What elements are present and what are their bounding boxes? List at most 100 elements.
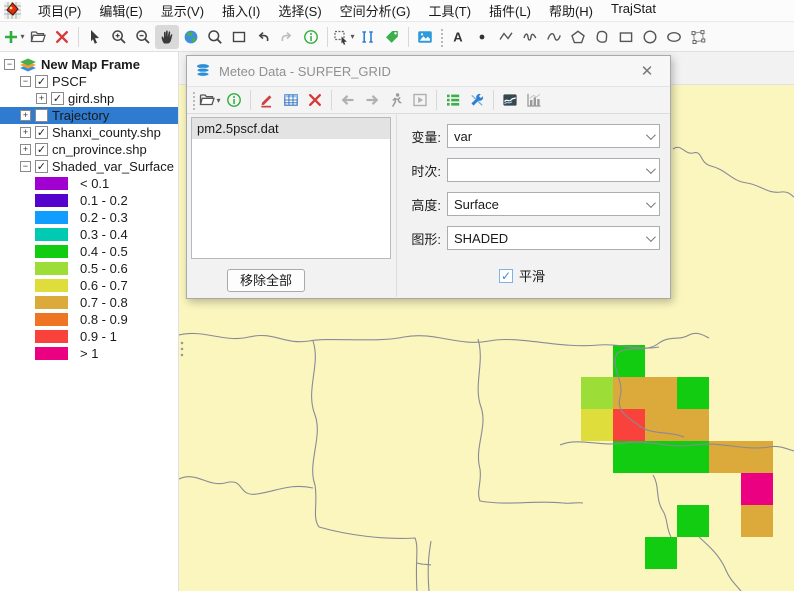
toolbar-edit-vertices-icon[interactable]	[686, 25, 710, 49]
panel-splitter-handle[interactable]	[180, 340, 184, 358]
layer-row-gird-shp[interactable]: +✓gird.shp	[0, 90, 178, 107]
layer-visibility-checkbox[interactable]: ✓	[51, 92, 64, 105]
toolbar-grip[interactable]	[191, 90, 196, 110]
expand-box-icon[interactable]: +	[20, 144, 31, 155]
dialog-titlebar[interactable]: Meteo Data - SURFER_GRID ✕	[187, 56, 670, 86]
menu-item-9[interactable]: TrajStat	[602, 0, 665, 22]
toolbar-measure-icon[interactable]	[356, 25, 380, 49]
toolbar-freehand-icon[interactable]	[518, 25, 542, 49]
menu-item-7[interactable]: 插件(L)	[480, 0, 540, 22]
combo-3[interactable]: SHADED	[447, 226, 660, 250]
toolbar-image-icon[interactable]	[413, 25, 437, 49]
toolbar-add-layer-icon[interactable]: ▾	[2, 25, 26, 49]
dialog-play-frame-icon	[408, 88, 432, 112]
toolbar-rectangle-icon[interactable]	[614, 25, 638, 49]
menu-item-5[interactable]: 空间分析(G)	[331, 0, 420, 22]
legend-item[interactable]: 0.3 - 0.4	[0, 226, 178, 243]
dialog-open-folder-icon[interactable]: ▾	[198, 88, 222, 112]
expand-box-icon[interactable]: +	[36, 93, 47, 104]
dialog-contour-image-icon[interactable]	[498, 88, 522, 112]
layer-visibility-checkbox[interactable]: ✓	[35, 143, 48, 156]
chevron-down-icon[interactable]	[639, 193, 659, 215]
toolbar-undo-icon[interactable]	[251, 25, 275, 49]
toolbar-circle-icon[interactable]	[638, 25, 662, 49]
toolbar-ellipse-icon[interactable]	[662, 25, 686, 49]
legend-item[interactable]: 0.5 - 0.6	[0, 260, 178, 277]
layer-row-shaded-var-surface[interactable]: −✓Shaded_var_Surface	[0, 158, 178, 175]
close-icon[interactable]: ✕	[632, 60, 662, 82]
dialog-settings-wrench-icon[interactable]	[465, 88, 489, 112]
toolbar-info-icon[interactable]	[299, 25, 323, 49]
combo-2[interactable]: Surface	[447, 192, 660, 216]
collapse-box-icon[interactable]: −	[20, 161, 31, 172]
combo-1[interactable]	[447, 158, 660, 182]
menu-item-0[interactable]: 项目(P)	[29, 0, 90, 22]
menu-item-8[interactable]: 帮助(H)	[540, 0, 602, 22]
toolbar-freehand-polygon-icon[interactable]	[590, 25, 614, 49]
toolbar-text-a-icon[interactable]: A	[446, 25, 470, 49]
toolbar-open-folder-icon[interactable]	[26, 25, 50, 49]
legend-item[interactable]: 0.9 - 1	[0, 328, 178, 345]
menu-item-4[interactable]: 选择(S)	[269, 0, 330, 22]
menu-item-6[interactable]: 工具(T)	[419, 0, 480, 22]
legend-item[interactable]: > 1	[0, 345, 178, 362]
toolbar-globe-icon[interactable]	[179, 25, 203, 49]
toolbar-remove-icon[interactable]	[50, 25, 74, 49]
legend-item[interactable]: 0.2 - 0.3	[0, 209, 178, 226]
smooth-checkbox[interactable]: ✓	[499, 269, 513, 283]
combo-0[interactable]: var	[447, 124, 660, 148]
chevron-down-icon[interactable]	[639, 125, 659, 147]
legend-item[interactable]: < 0.1	[0, 175, 178, 192]
legend-item[interactable]: 0.4 - 0.5	[0, 243, 178, 260]
dialog-remove-icon[interactable]	[303, 88, 327, 112]
toolbar-pan-hand-icon[interactable]	[155, 25, 179, 49]
collapse-box-icon[interactable]: −	[4, 59, 15, 70]
chevron-down-icon[interactable]	[639, 159, 659, 181]
toolbar-curve-icon[interactable]	[542, 25, 566, 49]
collapse-box-icon[interactable]: −	[20, 76, 31, 87]
expand-box-icon[interactable]: +	[20, 127, 31, 138]
dialog-draw-red-icon[interactable]	[255, 88, 279, 112]
remove-all-button[interactable]: 移除全部	[227, 269, 305, 292]
layer-visibility-checkbox[interactable]: ✓	[35, 160, 48, 173]
chevron-down-icon[interactable]	[639, 227, 659, 249]
legend-item[interactable]: 0.7 - 0.8	[0, 294, 178, 311]
layer-row-cn-province-shp[interactable]: +✓cn_province.shp	[0, 141, 178, 158]
toolbar-point-icon[interactable]	[470, 25, 494, 49]
toolbar-zoom-rect-icon[interactable]	[227, 25, 251, 49]
toolbar-polyline-icon[interactable]	[494, 25, 518, 49]
dialog-info-icon[interactable]	[222, 88, 246, 112]
layer-row-shanxi-county-shp[interactable]: +✓Shanxi_county.shp	[0, 124, 178, 141]
legend-item[interactable]: 0.8 - 0.9	[0, 311, 178, 328]
toolbar-label-tags-icon[interactable]	[380, 25, 404, 49]
toolbar-select-arrow-icon[interactable]	[83, 25, 107, 49]
dialog-list-green-icon[interactable]	[441, 88, 465, 112]
dialog-body: pm2.5pscf.dat 移除全部 变量:var时次:高度:Surface图形…	[187, 114, 670, 297]
field-row-0: 变量:var	[401, 124, 660, 148]
toolbar-zoom-out-icon[interactable]	[131, 25, 155, 49]
legend-item[interactable]: 0.6 - 0.7	[0, 277, 178, 294]
data-file-list[interactable]: pm2.5pscf.dat	[191, 117, 391, 259]
file-item[interactable]: pm2.5pscf.dat	[192, 118, 390, 139]
toolbar-grip[interactable]	[439, 27, 444, 47]
menu-item-3[interactable]: 插入(I)	[213, 0, 269, 22]
expand-box-icon[interactable]: +	[20, 110, 31, 121]
layer-visibility-checkbox[interactable]: ✓	[35, 75, 48, 88]
legend-item[interactable]: 0.1 - 0.2	[0, 192, 178, 209]
toolbar-magnifier-icon[interactable]	[203, 25, 227, 49]
toolbar-polygon-icon[interactable]	[566, 25, 590, 49]
layer-visibility-checkbox[interactable]	[35, 109, 48, 122]
legend-swatch	[35, 279, 68, 292]
layer-row-pscf[interactable]: −✓PSCF	[0, 73, 178, 90]
toolbar-zoom-in-icon[interactable]	[107, 25, 131, 49]
menu-item-1[interactable]: 编辑(E)	[90, 0, 151, 22]
dialog-table-icon[interactable]	[279, 88, 303, 112]
dialog-bar-chart-icon[interactable]	[522, 88, 546, 112]
legend-swatch	[35, 211, 68, 224]
field-row-3: 图形:SHADED	[401, 226, 660, 250]
toolbar-select-feature-icon[interactable]: ▾	[332, 25, 356, 49]
layer-visibility-checkbox[interactable]: ✓	[35, 126, 48, 139]
layer-row-trajectory[interactable]: +Trajectory	[0, 107, 178, 124]
menu-item-2[interactable]: 显示(V)	[152, 0, 213, 22]
tree-root-map-frame[interactable]: − New Map Frame	[0, 56, 178, 73]
